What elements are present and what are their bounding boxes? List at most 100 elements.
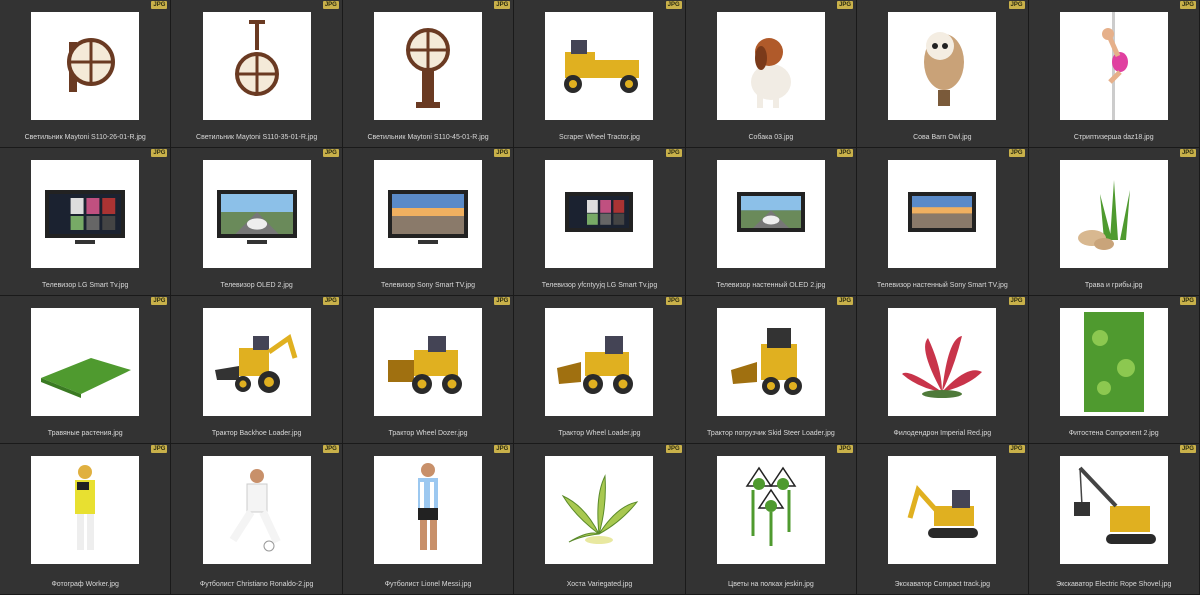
dog-icon [716, 12, 825, 120]
file-type-badge: JPG [1008, 445, 1025, 453]
thumbnail-item[interactable]: JPG Филодендрон Imperial Red.jpg [857, 296, 1029, 444]
red-plant-icon [888, 308, 997, 416]
tv-apps-wall-icon [545, 160, 654, 268]
file-name-label: Фитостена Component 2.jpg [1068, 430, 1159, 437]
tv-apps-icon [31, 160, 140, 268]
file-type-badge: JPG [151, 149, 168, 157]
file-name-label: Scraper Wheel Tractor.jpg [559, 134, 640, 141]
tv-city-wall-icon [888, 160, 997, 268]
thumbnail-item[interactable]: JPG Трактор Wheel Loader.jpg [514, 296, 686, 444]
file-type-badge: JPG [837, 297, 854, 305]
thumbnail-item[interactable]: JPG Трактор Backhoe Loader.jpg [171, 296, 343, 444]
thumbnail-item[interactable]: JPG Собака 03.jpg [685, 0, 858, 148]
file-name-label: Сова Barn Owl.jpg [913, 134, 972, 141]
file-name-label: Трактор погрузчик Skid Steer Loader.jpg [707, 430, 835, 437]
footballer-blue-icon [374, 456, 483, 564]
grass-patch-icon [31, 308, 140, 416]
tv-car-icon [202, 160, 311, 268]
wheel-loader-icon [545, 308, 654, 416]
file-type-badge: JPG [1179, 1, 1196, 9]
compact-excavator-icon [888, 456, 997, 564]
photographer-icon [31, 456, 140, 564]
file-name-label: Хоста Variegated.jpg [566, 581, 633, 588]
thumbnail-item[interactable]: JPG Светильник Maytoni S110-45-01-R.jpg [342, 0, 515, 148]
file-name-label: Телевизор LG Smart Tv.jpg [42, 282, 129, 289]
thumbnail-item[interactable]: JPG Хоста Variegated.jpg [514, 444, 686, 595]
green-wall-icon [1059, 308, 1168, 416]
hanging-lamp-icon [202, 12, 311, 120]
post-lamp-icon [374, 12, 483, 120]
thumbnail-item[interactable]: JPG Стриптизерша daz18.jpg [1028, 0, 1200, 148]
file-type-badge: JPG [494, 445, 511, 453]
file-name-label: Фотограф Worker.jpg [51, 581, 119, 588]
file-name-label: Телевизор Sony Smart TV.jpg [381, 282, 476, 289]
file-type-badge: JPG [665, 1, 682, 9]
file-name-label: Трактор Backhoe Loader.jpg [211, 430, 302, 437]
thumbnail-item[interactable]: JPG Футболист Lionel Messi.jpg [342, 444, 515, 595]
file-name-label: Травяные растения.jpg [47, 430, 123, 437]
file-type-badge: JPG [665, 445, 682, 453]
rope-shovel-icon [1059, 456, 1168, 564]
file-type-badge: JPG [151, 1, 168, 9]
thumbnail-item[interactable]: JPG Трава и грибы.jpg [1028, 148, 1200, 296]
file-type-badge: JPG [322, 297, 339, 305]
file-type-badge: JPG [151, 297, 168, 305]
thumbnail-item[interactable]: JPG Трактор погрузчик Skid Steer Loader.j… [685, 296, 858, 444]
hanging-flowers-icon [716, 456, 825, 564]
thumbnail-item[interactable]: JPG Светильник Maytoni S110-35-01-R.jpg [171, 0, 343, 148]
file-type-badge: JPG [837, 149, 854, 157]
file-name-label: Филодендрон Imperial Red.jpg [893, 430, 992, 437]
file-name-label: Светильник Maytoni S110-26-01-R.jpg [24, 134, 146, 141]
thumbnail-item[interactable]: JPG Экскаватор Compact track.jpg [857, 444, 1029, 595]
file-name-label: Собака 03.jpg [748, 134, 794, 141]
file-type-badge: JPG [1008, 1, 1025, 9]
thumbnail-item[interactable]: JPG Цветы на полках jeskin.jpg [685, 444, 858, 595]
pole-dancer-icon [1059, 12, 1168, 120]
owl-icon [888, 12, 997, 120]
file-name-label: Трава и грибы.jpg [1084, 282, 1143, 289]
thumbnail-item[interactable]: JPG Сова Barn Owl.jpg [857, 0, 1029, 148]
file-name-label: Телевизор OLED 2.jpg [220, 282, 293, 289]
thumbnail-item[interactable]: JPG Светильник Maytoni S110-26-01-R.jpg [0, 0, 172, 148]
file-type-badge: JPG [1179, 297, 1196, 305]
wheel-dozer-icon [374, 308, 483, 416]
thumbnail-item[interactable]: JPG Телевизор настенный OLED 2.jpg [685, 148, 858, 296]
file-name-label: Цветы на полках jeskin.jpg [728, 581, 814, 588]
file-name-label: Стриптизерша daz18.jpg [1073, 134, 1154, 141]
thumbnail-item[interactable]: JPG Телевизор настенный Sony Smart TV.jpg [857, 148, 1029, 296]
thumbnail-item[interactable]: JPG Трактор Wheel Dozer.jpg [342, 296, 515, 444]
tv-car-wall-icon [716, 160, 825, 268]
file-name-label: Телевизор настенный Sony Smart TV.jpg [876, 282, 1008, 289]
file-type-badge: JPG [322, 445, 339, 453]
thumbnail-item[interactable]: JPG Телевизор LG Smart Tv.jpg [0, 148, 172, 296]
thumbnail-item[interactable]: JPG Scraper Wheel Tractor.jpg [514, 0, 686, 148]
thumbnail-item[interactable]: JPG Фотограф Worker.jpg [0, 444, 172, 595]
thumbnail-grid: JPG Светильник Maytoni S110-26-01-R.jpg JP… [0, 0, 1200, 595]
thumbnail-item[interactable]: JPG Телевизор yfcntyyjq LG Smart Tv.jpg [514, 148, 686, 296]
footballer-white-icon [202, 456, 311, 564]
file-name-label: Экскаватор Compact track.jpg [894, 581, 991, 588]
grass-mushrooms-icon [1059, 160, 1168, 268]
thumbnail-item[interactable]: JPG Экскаватор Electric Rope Shovel.jpg [1028, 444, 1200, 595]
thumbnail-item[interactable]: JPG Фитостена Component 2.jpg [1028, 296, 1200, 444]
file-type-badge: JPG [1008, 149, 1025, 157]
file-type-badge: JPG [494, 1, 511, 9]
file-name-label: Телевизор yfcntyyjq LG Smart Tv.jpg [541, 282, 658, 289]
backhoe-loader-icon [202, 308, 311, 416]
thumbnail-item[interactable]: JPG Футболист Christiano Ronaldo-2.jpg [171, 444, 343, 595]
wheel-tractor-icon [545, 12, 654, 120]
file-name-label: Футболист Lionel Messi.jpg [384, 581, 472, 588]
thumbnail-item[interactable]: JPG Травяные растения.jpg [0, 296, 172, 444]
file-type-badge: JPG [322, 149, 339, 157]
file-type-badge: JPG [494, 297, 511, 305]
file-name-label: Трактор Wheel Dozer.jpg [388, 430, 468, 437]
file-name-label: Экскаватор Electric Rope Shovel.jpg [1056, 581, 1172, 588]
file-type-badge: JPG [322, 1, 339, 9]
file-type-badge: JPG [1179, 149, 1196, 157]
tv-city-icon [374, 160, 483, 268]
file-type-badge: JPG [1179, 445, 1196, 453]
file-name-label: Телевизор настенный OLED 2.jpg [716, 282, 826, 289]
thumbnail-item[interactable]: JPG Телевизор Sony Smart TV.jpg [342, 148, 515, 296]
thumbnail-item[interactable]: JPG Телевизор OLED 2.jpg [171, 148, 343, 296]
file-type-badge: JPG [837, 445, 854, 453]
